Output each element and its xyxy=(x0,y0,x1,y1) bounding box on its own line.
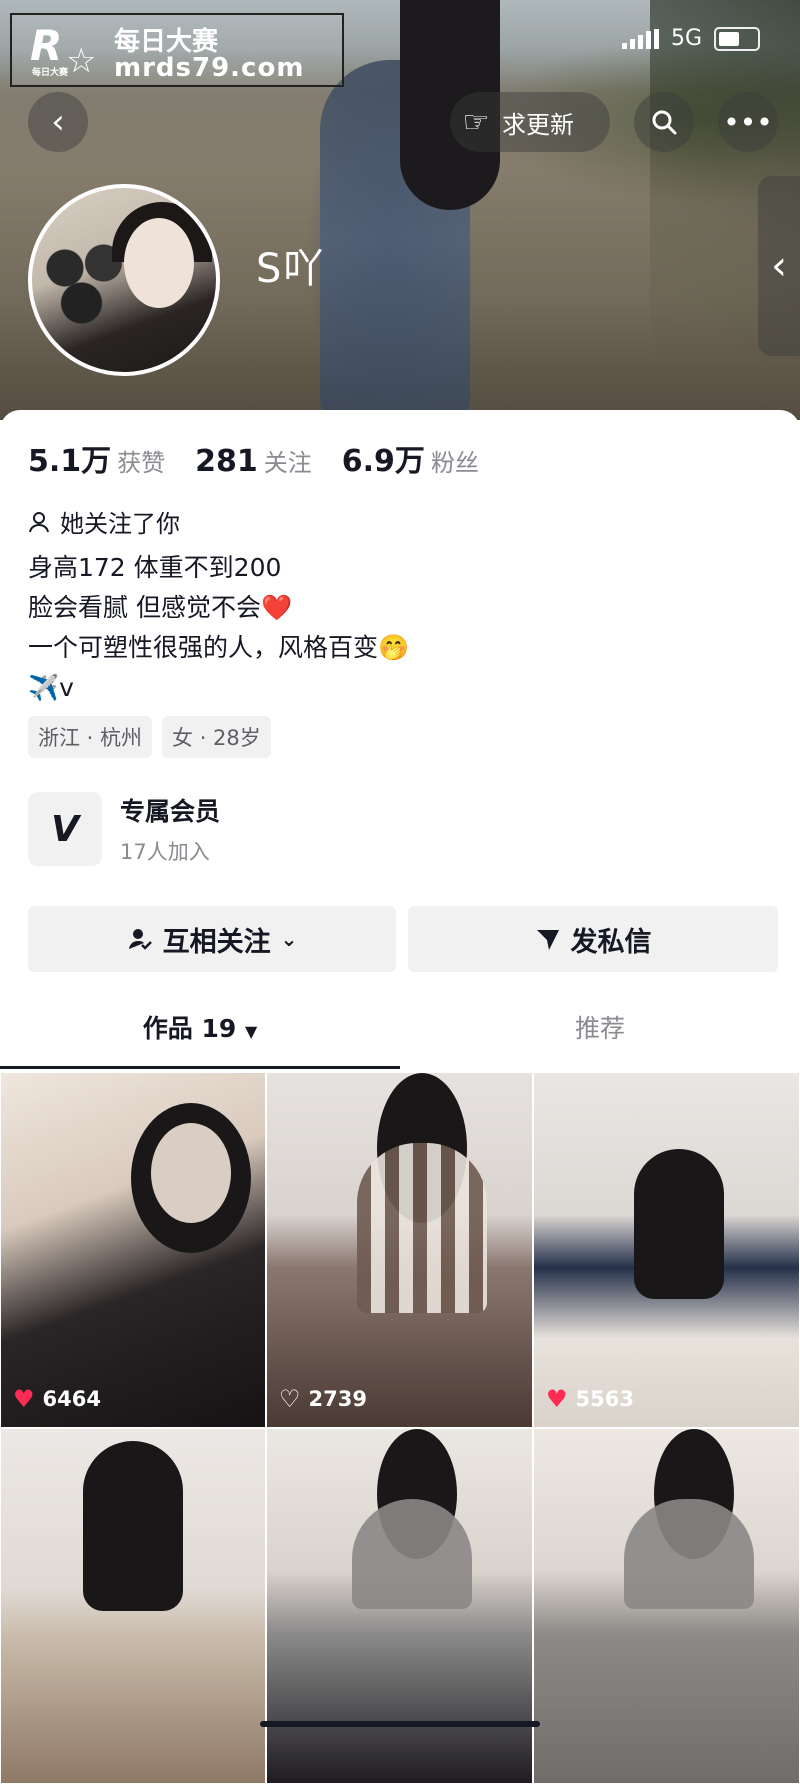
search-button[interactable] xyxy=(634,92,694,152)
video-thumbnail[interactable] xyxy=(533,1428,800,1784)
bio-line: ✈️v xyxy=(28,673,74,702)
mutual-follow-button[interactable]: 互相关注 ⌄ xyxy=(28,906,396,972)
bio-line: 一个可塑性很强的人，风格百变🤭 xyxy=(28,633,410,662)
member-v-icon: V xyxy=(28,792,102,866)
video-thumbnail[interactable]: ♥ 5563 xyxy=(533,1072,800,1428)
content-tabs: 作品 19 ▼ 推荐 xyxy=(0,1004,800,1068)
member-subtitle: 17人加入 xyxy=(120,840,210,864)
thumb-cardigan xyxy=(624,1499,754,1609)
send-icon xyxy=(536,930,559,950)
pointing-hand-icon: ☞ xyxy=(462,104,490,140)
signal-icon xyxy=(621,28,659,49)
video-thumbnail[interactable] xyxy=(266,1428,533,1784)
person-icon xyxy=(29,511,49,532)
network-type: 5G xyxy=(670,26,702,51)
following-label[interactable]: 关注 xyxy=(264,443,312,478)
profile-card: 5.1万 获赞 281 关注 6.9万 粉丝 她关注了你 身高172 体重不到2… xyxy=(0,410,800,1784)
status-bar: 5G xyxy=(621,26,760,51)
followers-count[interactable]: 6.9万 xyxy=(342,436,425,480)
more-button[interactable]: ••• xyxy=(718,92,778,152)
exclusive-member-entry[interactable]: V 专属会员 17人加入 xyxy=(28,792,220,866)
like-count: ♡ 2739 xyxy=(279,1385,367,1413)
following-count[interactable]: 281 xyxy=(195,444,258,479)
profile-tags: 浙江 · 杭州 女 · 28岁 xyxy=(28,716,271,758)
like-count-value: 2739 xyxy=(308,1387,367,1411)
mutual-follow-label: 互相关注 xyxy=(162,926,271,958)
gender-age-tag: 女 · 28岁 xyxy=(162,716,271,758)
like-count-value: 5563 xyxy=(575,1387,634,1411)
follows-you-text: 她关注了你 xyxy=(60,510,180,538)
thumb-cardigan xyxy=(352,1499,472,1609)
heart-filled-icon: ♥ xyxy=(13,1385,35,1413)
watermark: R ☆ 每日大赛 每日大赛 mrds79.com xyxy=(10,13,344,87)
send-message-button[interactable]: 发私信 xyxy=(408,906,778,972)
watermark-url: mrds79.com xyxy=(114,53,305,83)
tab-works[interactable]: 作品 19 ▼ xyxy=(0,1004,400,1068)
side-panel-toggle[interactable]: ‹ xyxy=(758,176,800,356)
heart-filled-icon: ♥ xyxy=(546,1385,568,1413)
home-indicator[interactable] xyxy=(260,1721,540,1727)
chevron-left-icon: ‹ xyxy=(51,102,65,142)
tab-recommended[interactable]: 推荐 xyxy=(400,1004,800,1068)
chevron-down-icon: ⌄ xyxy=(280,927,298,951)
followers-label[interactable]: 粉丝 xyxy=(431,443,479,478)
star-icon: ☆ xyxy=(66,41,97,81)
video-grid: ♥ 6464 ♡ 2739 ♥ 5563 xyxy=(0,1072,800,1784)
request-update-label: 求更新 xyxy=(502,110,574,139)
caret-down-icon: ▼ xyxy=(244,1022,258,1041)
tab-works-label: 作品 19 xyxy=(142,1014,237,1043)
battery-icon xyxy=(714,26,760,51)
watermark-logo-small: 每日大赛 xyxy=(32,68,69,78)
tab-recommended-label: 推荐 xyxy=(574,1014,625,1043)
like-count: ♥ 5563 xyxy=(546,1385,634,1413)
like-count: ♥ 6464 xyxy=(13,1385,101,1413)
profile-stats: 5.1万 获赞 281 关注 6.9万 粉丝 xyxy=(28,436,509,480)
like-count-value: 6464 xyxy=(42,1387,101,1411)
location-tag: 浙江 · 杭州 xyxy=(28,716,153,758)
avatar[interactable] xyxy=(28,184,220,376)
video-thumbnail[interactable]: ♥ 6464 xyxy=(0,1072,266,1428)
bio-line: 身高172 体重不到200 xyxy=(28,553,282,582)
thumb-shirt xyxy=(357,1143,487,1313)
active-tab-indicator xyxy=(0,1066,400,1069)
more-icon: ••• xyxy=(723,105,773,139)
bio-line: 脸会看腻 但感觉不会❤️ xyxy=(28,593,293,622)
video-thumbnail[interactable]: ♡ 2739 xyxy=(266,1072,533,1428)
request-update-button[interactable]: ☞ 求更新 xyxy=(450,92,610,152)
person-check-icon xyxy=(128,929,152,950)
thumb-figure xyxy=(83,1441,183,1611)
thumb-face xyxy=(151,1123,231,1223)
likes-count: 5.1万 xyxy=(28,444,112,479)
member-title: 专属会员 xyxy=(120,797,221,826)
search-icon xyxy=(652,110,677,135)
send-message-label: 发私信 xyxy=(570,926,652,958)
back-button[interactable]: ‹ xyxy=(28,92,88,152)
chevron-left-icon: ‹ xyxy=(771,243,787,289)
thumb-figure xyxy=(634,1149,724,1299)
video-thumbnail[interactable] xyxy=(0,1428,266,1784)
watermark-logo-letter: R xyxy=(30,21,63,70)
nickname: S吖 xyxy=(256,246,326,292)
avatar-face xyxy=(124,218,194,308)
heart-outline-icon: ♡ xyxy=(279,1385,301,1413)
follows-you-indicator: 她关注了你 xyxy=(28,504,180,539)
action-buttons: 互相关注 ⌄ 发私信 xyxy=(28,906,778,972)
bio: 身高172 体重不到200 脸会看腻 但感觉不会❤️ 一个可塑性很强的人，风格百… xyxy=(28,548,409,708)
likes-label[interactable]: 获赞 xyxy=(117,443,165,478)
